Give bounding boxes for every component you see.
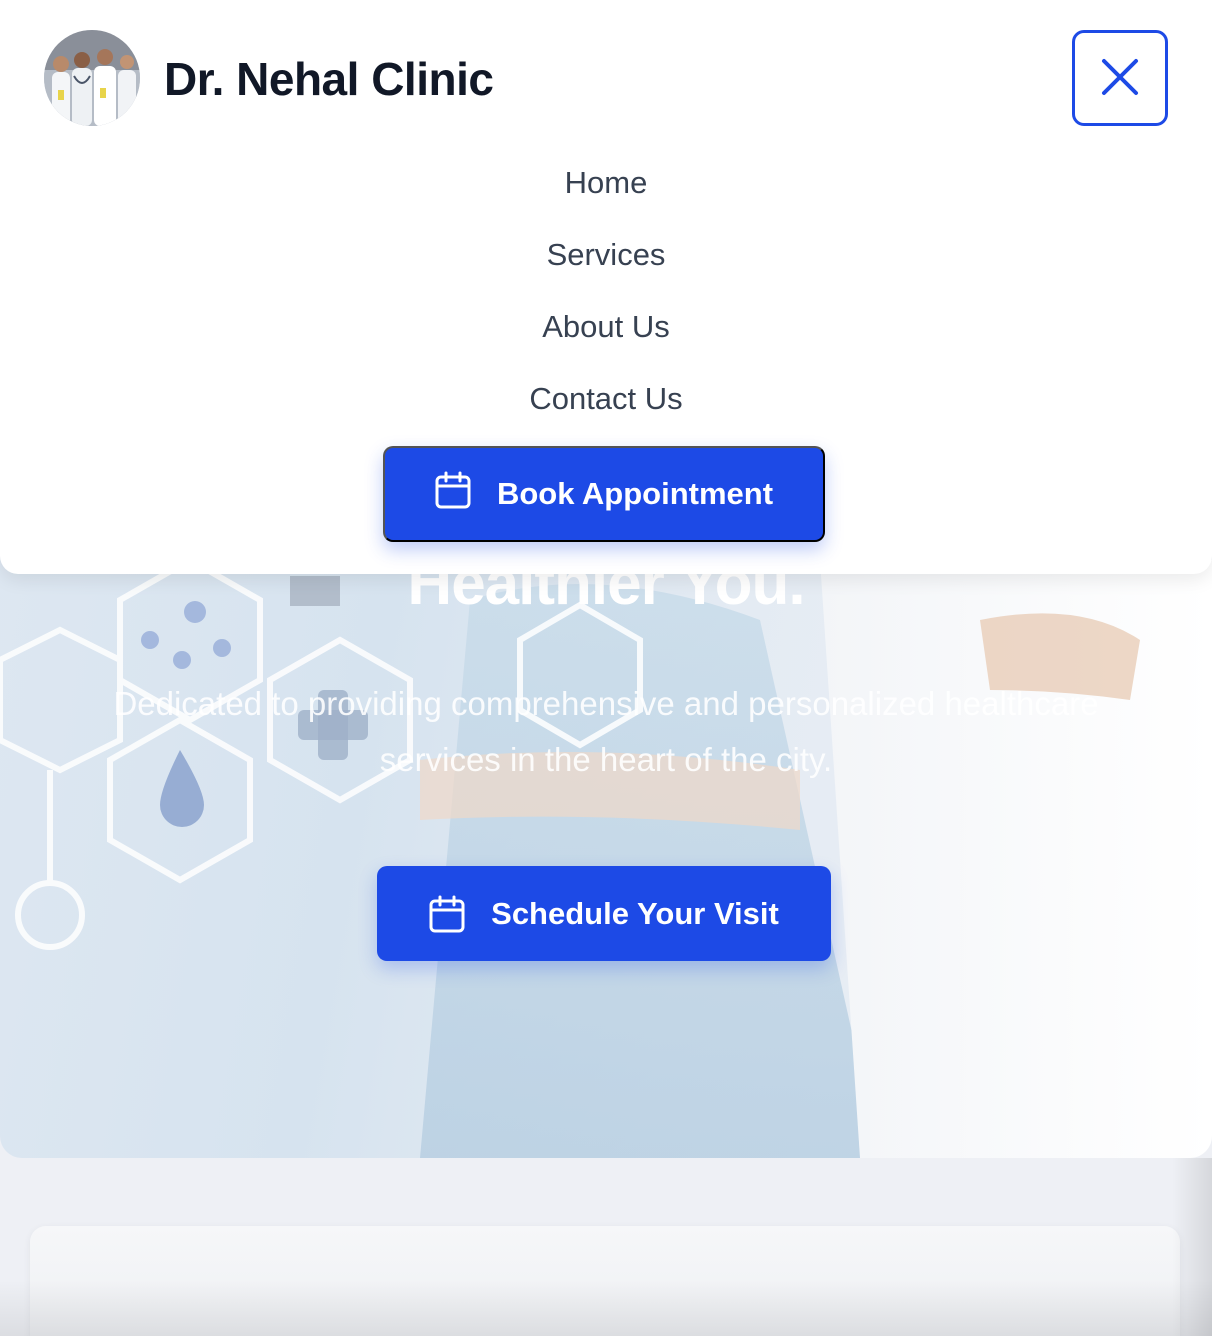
mobile-menu-panel: Dr. Nehal Clinic Home Services About Us … [0, 0, 1212, 574]
page: Healthier You. Dedicated to providing co… [0, 0, 1212, 1336]
hero-subtitle: Dedicated to providing comprehensive and… [113, 685, 1099, 778]
schedule-visit-button[interactable]: Schedule Your Visit [377, 866, 831, 961]
schedule-visit-label: Schedule Your Visit [491, 895, 779, 931]
bottom-shadow [0, 1280, 1212, 1336]
calendar-icon [435, 471, 471, 517]
brand-name[interactable]: Dr. Nehal Clinic [164, 52, 494, 106]
nav-item-about-us[interactable]: About Us [0, 309, 1212, 345]
book-appointment-button[interactable]: Book Appointment [383, 446, 825, 542]
book-appointment-label: Book Appointment [496, 476, 774, 511]
clinic-logo[interactable] [44, 30, 140, 126]
nav-item-home[interactable]: Home [0, 165, 1212, 201]
nav-item-contact-us[interactable]: Contact Us [0, 381, 1212, 417]
nav-item-services[interactable]: Services [0, 237, 1212, 273]
close-icon [1100, 57, 1140, 100]
close-menu-button[interactable] [1072, 30, 1168, 126]
calendar-icon [429, 895, 465, 933]
